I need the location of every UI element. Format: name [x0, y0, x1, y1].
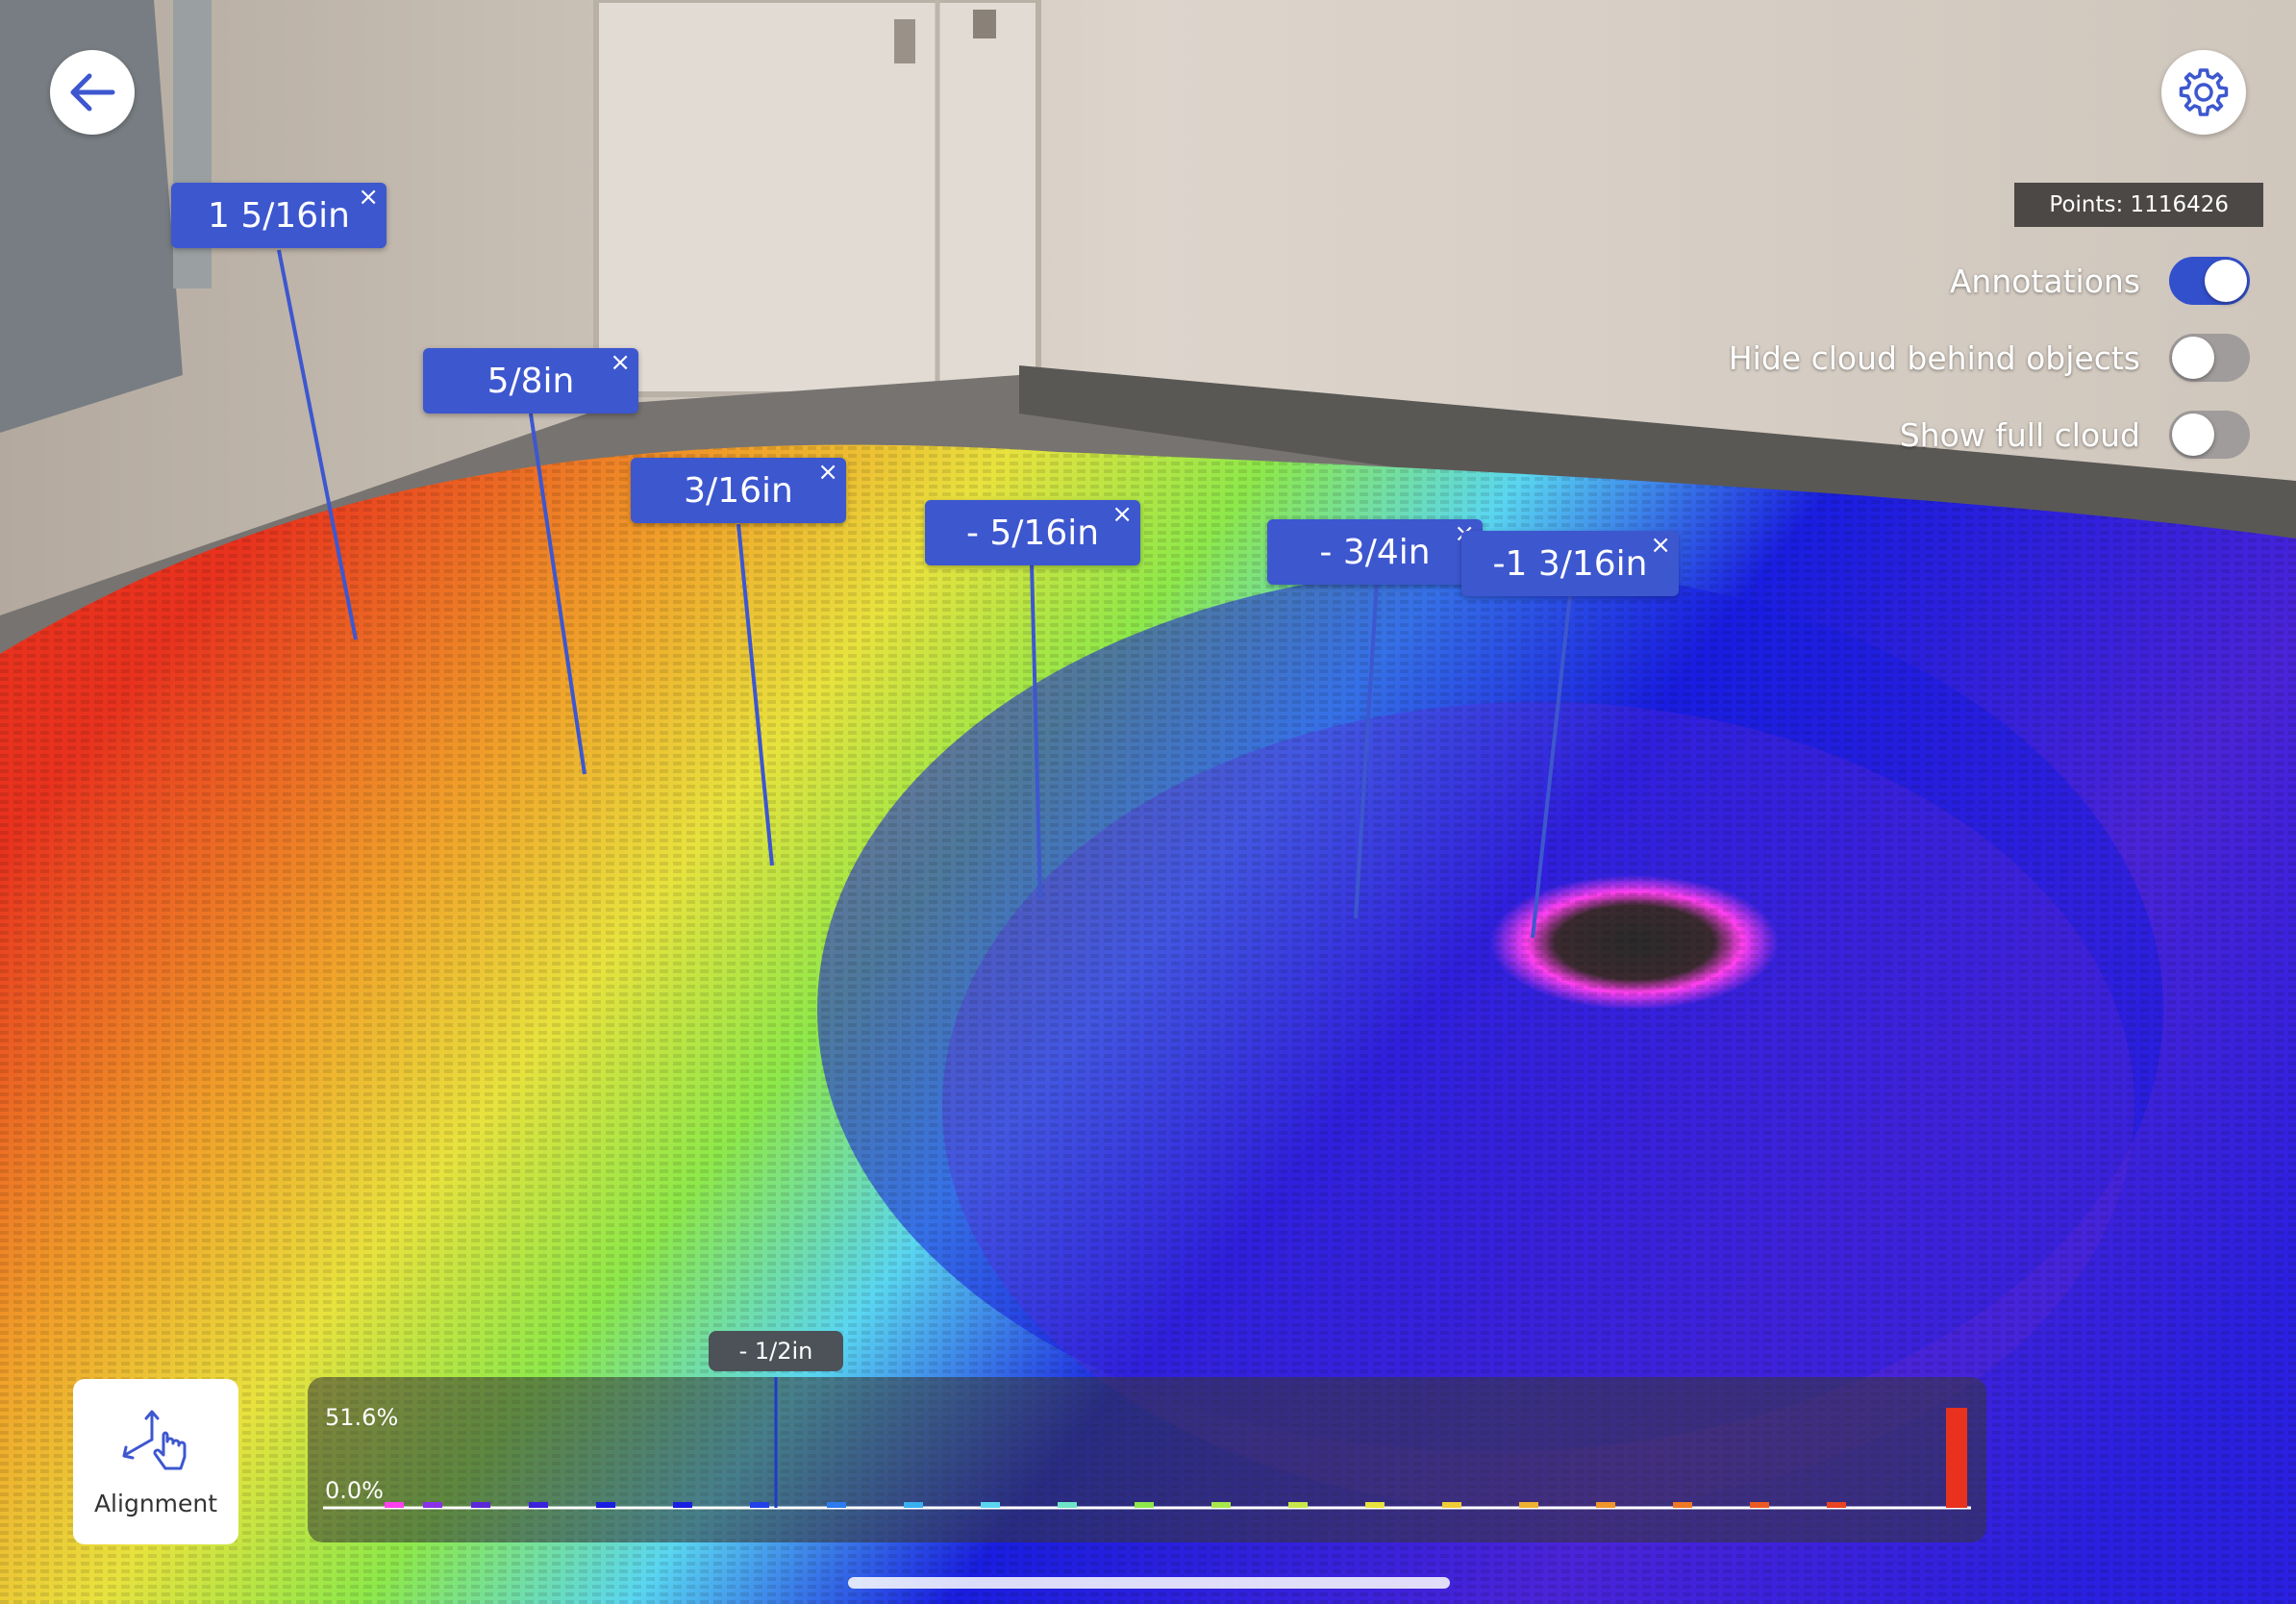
- home-indicator[interactable]: [848, 1577, 1450, 1589]
- switch-knob: [2172, 414, 2214, 456]
- close-icon[interactable]: ×: [1650, 531, 1671, 560]
- annotation-label[interactable]: 1 5/16in ×: [171, 183, 387, 248]
- annotation-value: 1 5/16in: [207, 195, 350, 236]
- histogram-marker-label[interactable]: - 1/2in: [709, 1331, 843, 1371]
- switch-knob: [2205, 260, 2247, 302]
- toggle-label: Annotations: [1949, 262, 2140, 300]
- annotation-label[interactable]: - 3/4in ×: [1267, 519, 1483, 585]
- height-histogram[interactable]: 51.6% 0.0%: [308, 1377, 1986, 1542]
- close-icon[interactable]: ×: [610, 348, 631, 377]
- points-count: Points: 1116426: [2014, 183, 2263, 227]
- annotation-label[interactable]: 3/16in ×: [631, 458, 846, 523]
- toggle-annotations[interactable]: Annotations: [1950, 256, 2250, 306]
- toggle-label: Show full cloud: [1899, 415, 2140, 454]
- annotation-label[interactable]: -1 3/16in ×: [1461, 531, 1679, 596]
- alignment-label: Alignment: [93, 1489, 218, 1517]
- arrow-left-icon: [70, 73, 115, 112]
- hide-cloud-switch[interactable]: [2169, 334, 2250, 382]
- histogram-peak-bar: [1946, 1408, 1967, 1508]
- annotation-value: - 3/4in: [1319, 532, 1431, 572]
- annotation-value: 3/16in: [684, 470, 793, 511]
- close-icon[interactable]: ×: [1111, 500, 1133, 529]
- back-button[interactable]: [50, 50, 135, 135]
- close-icon[interactable]: ×: [817, 458, 838, 487]
- close-icon[interactable]: ×: [358, 183, 379, 212]
- annotation-label[interactable]: 5/8in ×: [423, 348, 638, 414]
- toggle-show-full-cloud[interactable]: Show full cloud: [1900, 410, 2250, 460]
- annotations-switch[interactable]: [2169, 257, 2250, 305]
- gear-icon: [2179, 68, 2229, 116]
- annotation-value: - 5/16in: [965, 513, 1100, 553]
- annotation-label[interactable]: - 5/16in ×: [925, 500, 1140, 565]
- annotation-value: -1 3/16in: [1492, 543, 1648, 584]
- toggle-hide-cloud-behind-objects[interactable]: Hide cloud behind objects: [1729, 333, 2250, 383]
- histogram-bars: [323, 1377, 1971, 1510]
- toggle-label: Hide cloud behind objects: [1728, 338, 2140, 377]
- alignment-button[interactable]: Alignment: [73, 1379, 238, 1544]
- annotation-value: 5/8in: [487, 361, 575, 401]
- show-full-cloud-switch[interactable]: [2169, 411, 2250, 459]
- settings-button[interactable]: [2161, 50, 2246, 135]
- alignment-gesture-icon: [122, 1410, 187, 1469]
- switch-knob: [2172, 337, 2214, 379]
